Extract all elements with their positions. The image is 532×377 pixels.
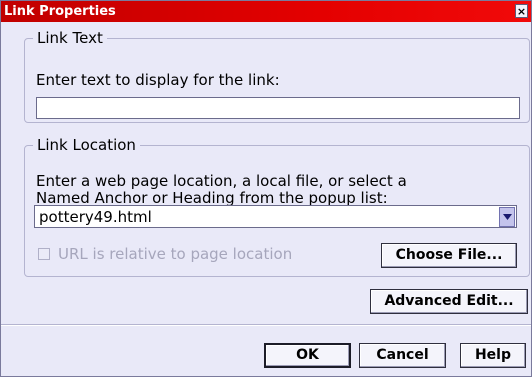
relative-url-label: URL is relative to page location bbox=[58, 245, 293, 263]
relative-url-checkbox[interactable] bbox=[38, 248, 50, 260]
title-bar[interactable]: Link Properties × bbox=[1, 1, 531, 22]
cancel-button[interactable]: Cancel bbox=[359, 343, 446, 368]
link-location-legend: Link Location bbox=[37, 136, 136, 154]
url-value[interactable]: pottery49.html bbox=[39, 207, 152, 227]
url-dropdown-button[interactable] bbox=[499, 207, 515, 227]
link-text-input[interactable] bbox=[36, 97, 520, 119]
help-button[interactable]: Help bbox=[460, 343, 526, 368]
advanced-edit-button[interactable]: Advanced Edit... bbox=[370, 289, 528, 314]
relative-url-checkbox-row[interactable]: URL is relative to page location bbox=[38, 245, 358, 263]
chevron-down-icon bbox=[503, 214, 512, 220]
ok-button[interactable]: OK bbox=[264, 343, 351, 368]
link-location-prompt-line1: Enter a web page location, a local file,… bbox=[36, 172, 407, 190]
link-text-legend: Link Text bbox=[37, 29, 103, 47]
close-button[interactable]: × bbox=[515, 4, 528, 18]
link-text-prompt: Enter text to display for the link: bbox=[36, 71, 280, 89]
close-icon: × bbox=[516, 5, 527, 18]
footer-separator bbox=[1, 324, 531, 326]
link-properties-dialog: Link Properties × Link Text Enter text t… bbox=[0, 0, 532, 377]
choose-file-button[interactable]: Choose File... bbox=[381, 243, 517, 268]
url-combobox[interactable]: pottery49.html bbox=[34, 205, 517, 228]
window-title: Link Properties bbox=[4, 4, 116, 19]
